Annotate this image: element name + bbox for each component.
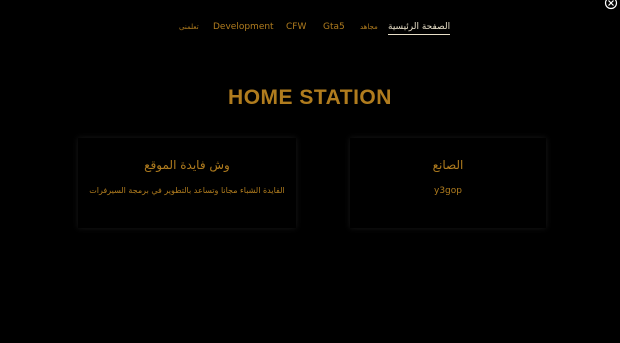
page: تعلمنى Development CFW Gta5 مجاهد الصفحة… [0,0,620,343]
nav-item-mujahid[interactable]: مجاهد [360,20,378,34]
nav-item-cfw[interactable]: CFW [286,20,306,34]
nav-item-home[interactable]: الصفحة الرئيسية [388,20,451,35]
close-icon[interactable] [604,0,618,10]
nav-item-development[interactable]: Development [213,20,274,34]
card-heading: الصانع [432,158,464,172]
card-text: y3gop [434,186,462,196]
nav-item-gta5[interactable]: Gta5 [323,20,345,34]
page-title: HOME STATION [228,86,392,109]
card-heading: وش فايدة الموقع [144,158,230,172]
card-text: الفايدة الشباء مجانا وتساعد بالتطوير في … [89,186,285,195]
card-site-purpose: وش فايدة الموقع الفايدة الشباء مجانا وتس… [78,138,296,228]
card-creator: الصانع y3gop [350,138,546,228]
nav-item-learn[interactable]: تعلمنى [179,20,199,34]
top-navigation: تعلمنى Development CFW Gta5 مجاهد الصفحة… [0,20,620,36]
